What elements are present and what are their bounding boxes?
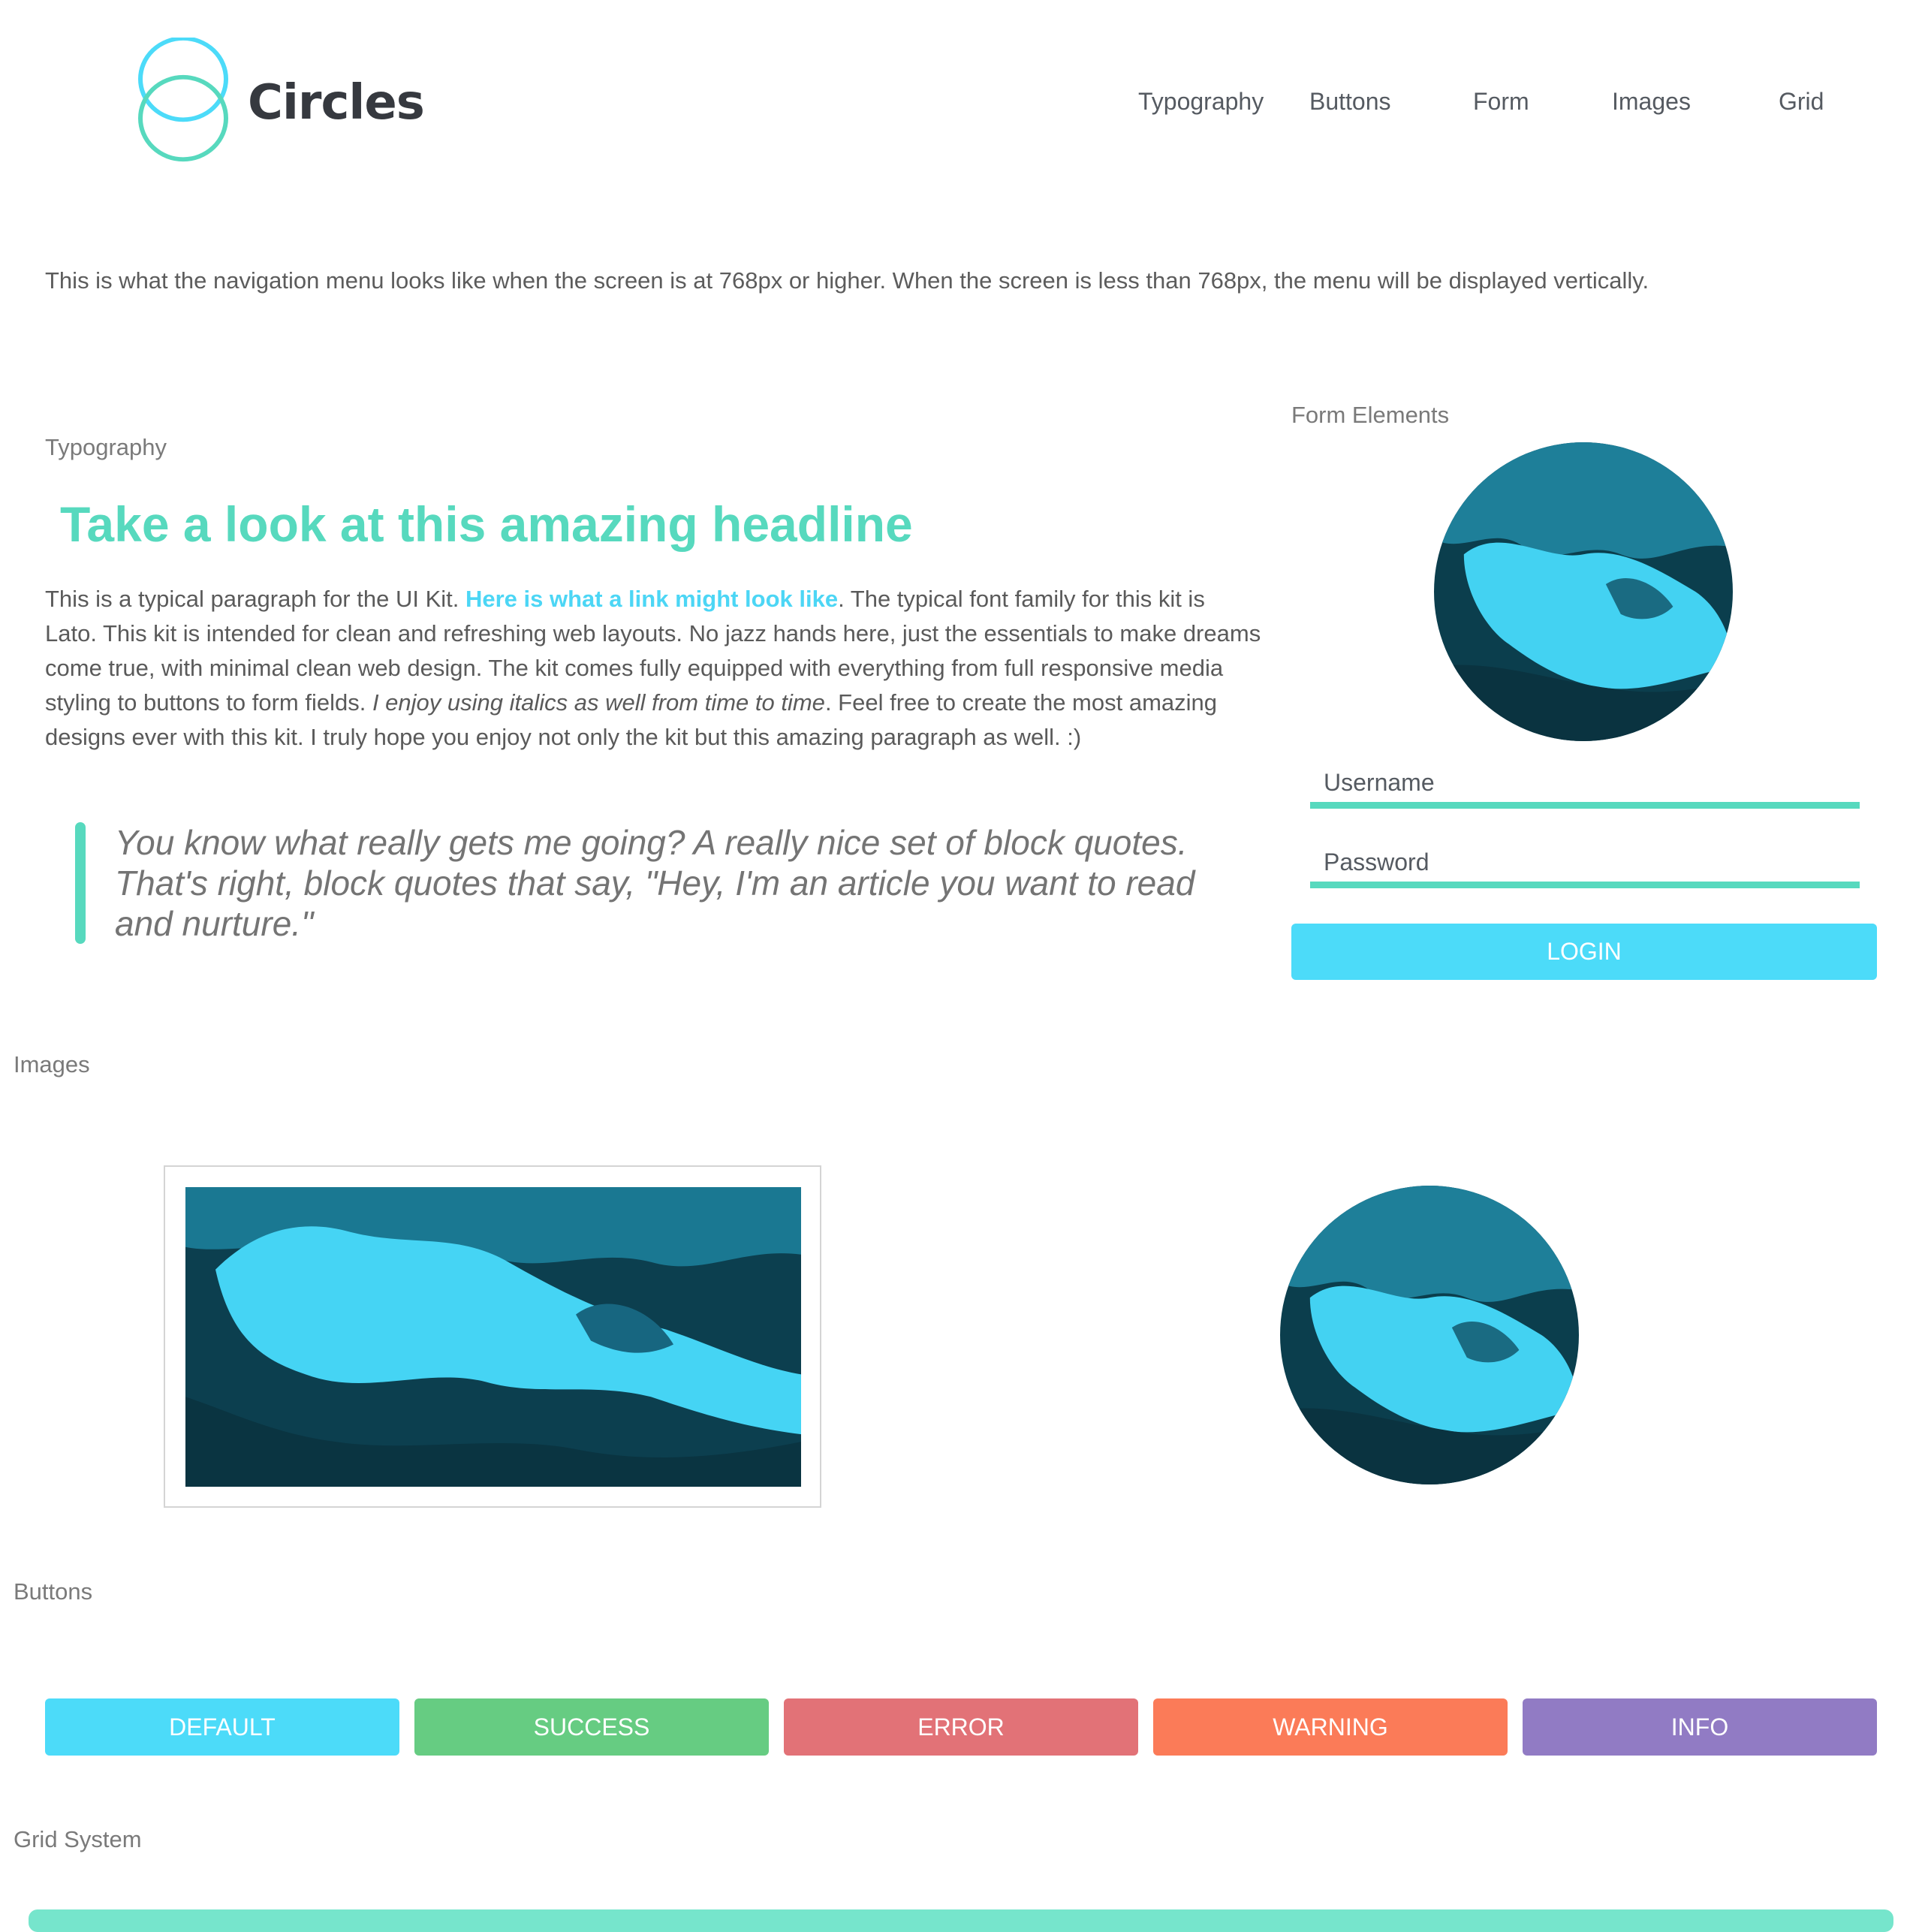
circles-logo-icon[interactable] <box>137 36 229 165</box>
nav-grid[interactable]: Grid <box>1779 88 1824 116</box>
paragraph-text-1: This is a typical paragraph for the UI K… <box>45 586 465 612</box>
headline: Take a look at this amazing headline <box>60 496 913 552</box>
buttons-section-label: Buttons <box>14 1578 93 1605</box>
intro-text: This is what the navigation menu looks l… <box>45 267 1649 294</box>
warning-button[interactable]: WARNING <box>1153 1698 1508 1756</box>
wave-banner-image <box>185 1187 801 1487</box>
nav-images[interactable]: Images <box>1612 88 1691 116</box>
login-button[interactable]: LOGIN <box>1291 924 1877 980</box>
form-section-label: Form Elements <box>1291 402 1450 428</box>
info-button[interactable]: INFO <box>1523 1698 1877 1756</box>
typography-paragraph: This is a typical paragraph for the UI K… <box>45 582 1261 755</box>
framed-image <box>164 1165 821 1508</box>
wave-round-image <box>1280 1186 1579 1484</box>
brand-name[interactable]: Circles <box>248 75 425 131</box>
grid-column-bar <box>29 1909 1893 1932</box>
sample-link[interactable]: Here is what a link might look like <box>465 586 838 612</box>
default-button[interactable]: DEFAULT <box>45 1698 399 1756</box>
grid-section-label: Grid System <box>14 1826 142 1852</box>
italic-text: I enjoy using italics as well from time … <box>372 689 825 716</box>
images-section-label: Images <box>14 1051 90 1078</box>
nav-form[interactable]: Form <box>1473 88 1529 116</box>
blockquote: You know what really gets me going? A re… <box>115 823 1195 943</box>
error-button[interactable]: ERROR <box>784 1698 1138 1756</box>
username-input[interactable] <box>1310 764 1860 809</box>
blockquote-bar <box>75 822 86 944</box>
password-input[interactable] <box>1310 843 1860 888</box>
nav-typography[interactable]: Typography <box>1138 88 1264 116</box>
nav-buttons[interactable]: Buttons <box>1309 88 1391 116</box>
typography-section-label: Typography <box>45 434 167 460</box>
success-button[interactable]: SUCCESS <box>414 1698 769 1756</box>
wave-avatar-image <box>1434 442 1733 741</box>
